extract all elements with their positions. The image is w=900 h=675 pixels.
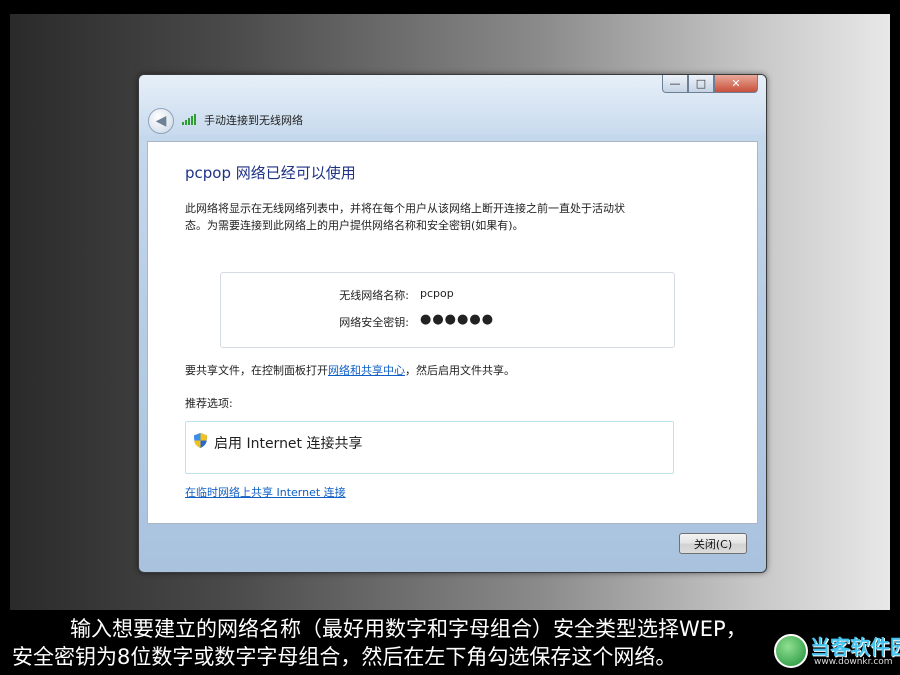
security-key-value: ●●●●●● <box>420 312 495 327</box>
watermark-logo: 当客软件园 www.downkr.com <box>768 630 900 675</box>
close-button[interactable]: 关闭(C) <box>679 533 747 554</box>
back-arrow-icon: ◀ <box>155 113 167 129</box>
enable-ics-option[interactable]: 启用 Internet 连接共享 <box>185 421 674 474</box>
close-window-button[interactable]: ✕ <box>714 75 758 93</box>
security-key-row: 网络安全密钥: ●●●●●● <box>221 312 674 330</box>
back-button[interactable]: ◀ <box>148 108 174 134</box>
network-name-value: pcpop <box>420 287 454 300</box>
minimize-button[interactable]: — <box>662 75 688 93</box>
caption-line-2: 安全密钥为8位数字或数字字母组合，然后在左下角勾选保存这个网络。 <box>12 645 677 669</box>
wizard-window: — □ ✕ ◀ 手动连接到无线网络 pcpop 网络已经可以使用 此网络将显示在… <box>138 74 767 573</box>
enable-ics-label: 启用 Internet 连接共享 <box>214 436 363 452</box>
file-share-text: 要共享文件，在控制面板打开网络和共享中心，然后启用文件共享。 <box>185 362 515 378</box>
wireless-signal-icon <box>182 113 198 125</box>
share-suffix: ，然后启用文件共享。 <box>405 364 515 377</box>
content-panel: pcpop 网络已经可以使用 此网络将显示在无线网络列表中，并将在每个用户从该网… <box>147 141 758 524</box>
footer-bar: 关闭(C) <box>147 523 756 569</box>
watermark-sub-text: www.downkr.com <box>814 657 893 667</box>
caption-buttons: — □ ✕ <box>662 75 758 95</box>
tutorial-caption: 输入想要建立的网络名称（最好用数字和字母组合）安全类型选择WEP， 安全密钥为8… <box>0 612 900 675</box>
network-info-box: 无线网络名称: pcpop 网络安全密钥: ●●●●●● <box>220 272 675 348</box>
maximize-button[interactable]: □ <box>688 75 714 93</box>
description-text: 此网络将显示在无线网络列表中，并将在每个用户从该网络上断开连接之前一直处于活动状… <box>185 202 625 232</box>
wizard-title: 手动连接到无线网络 <box>204 114 303 127</box>
network-name-row: 无线网络名称: pcpop <box>221 287 674 303</box>
recommended-label: 推荐选项: <box>185 397 233 410</box>
caption-line-1: 输入想要建立的网络名称（最好用数字和字母组合）安全类型选择WEP， <box>70 617 747 641</box>
share-prefix: 要共享文件，在控制面板打开 <box>185 364 328 377</box>
network-name-label: 无线网络名称: <box>339 289 409 302</box>
page-headline: pcpop 网络已经可以使用 <box>185 164 356 182</box>
watermark-main-text: 当客软件园 <box>810 635 900 659</box>
network-sharing-center-link[interactable]: 网络和共享中心 <box>328 364 405 377</box>
adhoc-share-link[interactable]: 在临时网络上共享 Internet 连接 <box>185 484 346 500</box>
downkr-logo-icon <box>774 634 808 668</box>
uac-shield-icon <box>194 433 207 448</box>
security-key-label: 网络安全密钥: <box>339 316 409 329</box>
